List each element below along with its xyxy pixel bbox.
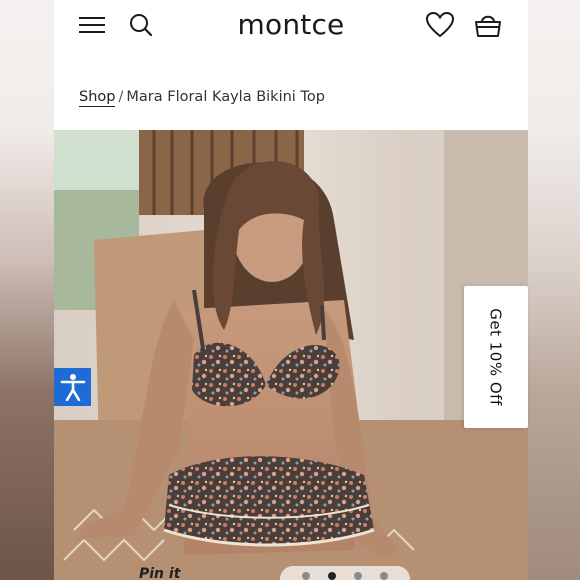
carousel-dot-active[interactable] [328, 572, 336, 580]
discount-promo-tab[interactable]: Get 10% Off [464, 286, 528, 428]
product-photo-illustration [54, 130, 528, 580]
carousel-dot[interactable] [380, 572, 388, 580]
blurred-background-left [0, 0, 54, 580]
breadcrumb: Shop / Mara Floral Kayla Bikini Top [79, 89, 325, 107]
breadcrumb-shop-link[interactable]: Shop [79, 89, 116, 107]
brand-logo[interactable]: montce [54, 8, 528, 41]
carousel-dot[interactable] [302, 572, 310, 580]
site-header: montce [54, 0, 528, 60]
carousel-dot[interactable] [354, 572, 362, 580]
promo-label: Get 10% Off [487, 308, 506, 406]
carousel-pagination [280, 566, 410, 580]
basket-icon[interactable] [472, 9, 504, 41]
product-photo[interactable] [54, 130, 528, 580]
mobile-page: montce Shop / Mara Floral Kayla Bikini Top [54, 0, 528, 580]
accessibility-icon[interactable] [54, 368, 91, 406]
heart-icon[interactable] [424, 9, 456, 41]
breadcrumb-separator: / [118, 89, 124, 105]
breadcrumb-current: Mara Floral Kayla Bikini Top [126, 89, 325, 105]
blurred-background-right [528, 0, 580, 580]
pin-it-button[interactable]: Pin it [139, 566, 180, 580]
